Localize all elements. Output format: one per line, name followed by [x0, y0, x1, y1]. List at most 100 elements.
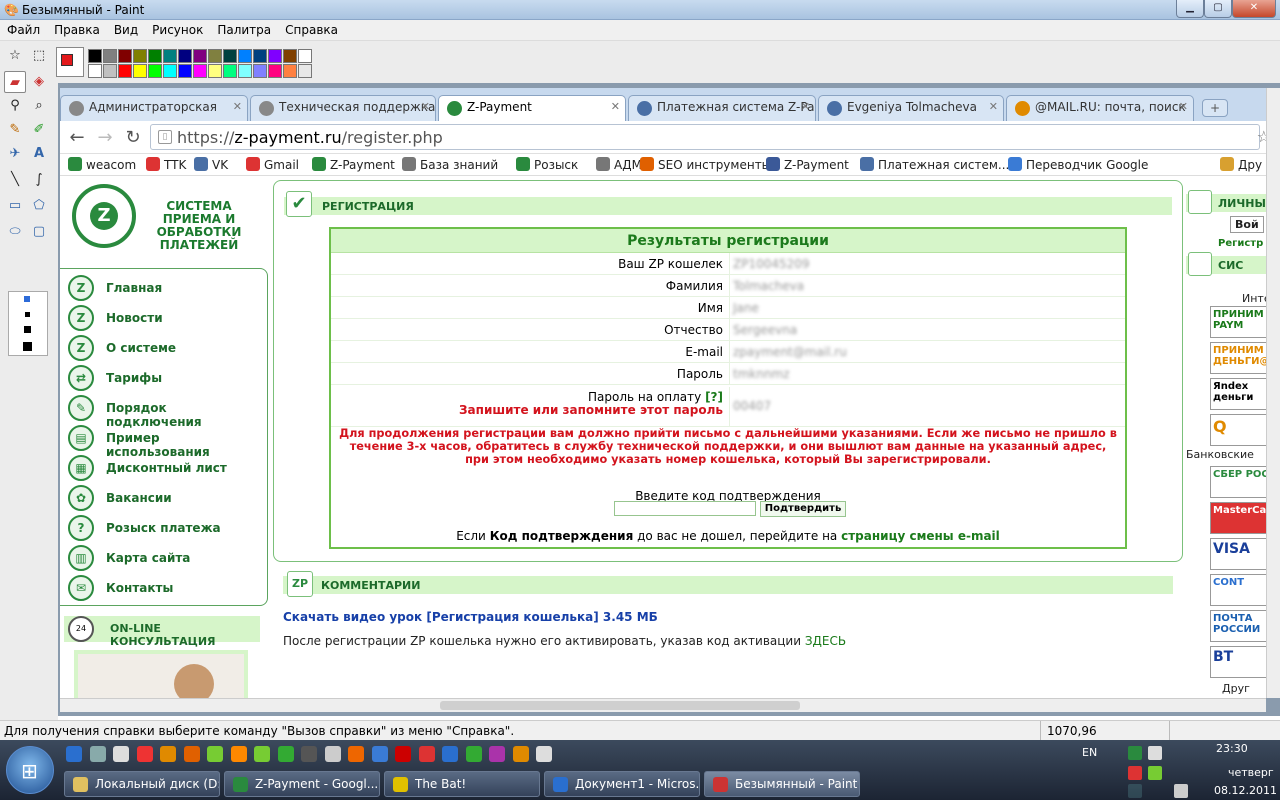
- palette-swatch[interactable]: [238, 64, 252, 78]
- bookmark-item[interactable]: Дру: [1220, 157, 1262, 172]
- site-nav-item[interactable]: ? Розыск платежа: [68, 513, 264, 543]
- change-email-link[interactable]: страницу смены e-mail: [841, 529, 1000, 543]
- palette-swatch[interactable]: [163, 64, 177, 78]
- tab-close-icon[interactable]: ✕: [233, 100, 242, 113]
- site-nav-item[interactable]: ✉ Контакты: [68, 573, 264, 603]
- bookmark-item[interactable]: АДМ: [596, 157, 642, 172]
- quick-launch-icon[interactable]: [536, 746, 552, 762]
- forward-arrow-icon[interactable]: →: [94, 127, 116, 149]
- palette-swatch[interactable]: [118, 64, 132, 78]
- site-nav-item[interactable]: ✿ Вакансии: [68, 483, 264, 513]
- palette-swatch[interactable]: [193, 49, 207, 63]
- menu-help[interactable]: Справка: [278, 23, 345, 37]
- color-picker-tool-icon[interactable]: ⚲: [4, 95, 26, 117]
- palette-swatch[interactable]: [283, 49, 297, 63]
- quick-launch-icon[interactable]: [113, 746, 129, 762]
- bookmark-item[interactable]: Розыск: [516, 157, 578, 172]
- rect-select-tool-icon[interactable]: ⬚: [28, 45, 50, 67]
- language-indicator[interactable]: EN: [1082, 746, 1097, 759]
- tab-close-icon[interactable]: ✕: [421, 100, 430, 113]
- palette-swatch[interactable]: [103, 49, 117, 63]
- taskbar-button[interactable]: Безымянный - Paint: [704, 771, 860, 797]
- bookmark-item[interactable]: Переводчик Google: [1008, 157, 1148, 172]
- palette-swatch[interactable]: [268, 64, 282, 78]
- close-button[interactable]: ✕: [1232, 0, 1276, 18]
- clock-day[interactable]: четверг: [1228, 766, 1274, 779]
- reload-icon[interactable]: ↻: [122, 127, 144, 149]
- download-video-link[interactable]: Скачать видео урок [Регистрация кошелька…: [283, 610, 658, 624]
- quick-launch-icon[interactable]: [277, 746, 294, 762]
- clock-date[interactable]: 08.12.2011: [1214, 784, 1277, 797]
- quick-launch-icon[interactable]: [489, 746, 505, 762]
- clock-time[interactable]: 23:30: [1216, 742, 1248, 755]
- line-tool-icon[interactable]: ╲: [4, 169, 26, 191]
- site-nav-item[interactable]: Z Новости: [68, 303, 264, 333]
- quick-launch-icon[interactable]: [465, 746, 482, 762]
- browser-tab[interactable]: Техническая поддержка ✕: [250, 95, 436, 121]
- free-select-tool-icon[interactable]: ☆: [4, 45, 26, 67]
- pencil-tool-icon[interactable]: ✎: [4, 119, 26, 141]
- taskbar-button[interactable]: The Bat!: [384, 771, 540, 797]
- palette-swatch[interactable]: [208, 49, 222, 63]
- scroll-thumb[interactable]: [440, 701, 800, 710]
- quick-launch-icon[interactable]: [371, 746, 388, 762]
- volume-icon[interactable]: [1174, 784, 1188, 798]
- new-tab-button[interactable]: +: [1202, 99, 1228, 117]
- browser-tab[interactable]: Платежная система Z-Pay ✕: [628, 95, 816, 121]
- browser-tab[interactable]: Администраторская ✕: [60, 95, 248, 121]
- site-nav-item[interactable]: ▥ Карта сайта: [68, 543, 264, 573]
- quick-launch-icon[interactable]: [89, 746, 106, 762]
- bookmark-item[interactable]: Платежная систем...: [860, 157, 1009, 172]
- ellipse-tool-icon[interactable]: ⬭: [4, 221, 26, 243]
- site-nav-item[interactable]: Z О системе: [68, 333, 264, 363]
- quick-launch-icon[interactable]: [207, 746, 223, 762]
- confirm-button[interactable]: Подтвердить: [760, 501, 846, 517]
- menu-edit[interactable]: Правка: [47, 23, 107, 37]
- register-link[interactable]: Регистр: [1218, 238, 1263, 249]
- palette-swatch[interactable]: [118, 49, 132, 63]
- horizontal-scrollbar[interactable]: [60, 698, 1266, 712]
- bookmark-item[interactable]: SEO инструменты: [640, 157, 771, 172]
- browser-tab[interactable]: Z-Payment ✕: [438, 95, 626, 122]
- palette-swatch[interactable]: [88, 49, 102, 63]
- site-nav-item[interactable]: ⇄ Тарифы: [68, 363, 264, 393]
- curve-tool-icon[interactable]: ∫: [28, 169, 50, 191]
- bookmark-item[interactable]: Z-Payment: [766, 157, 849, 172]
- back-arrow-icon[interactable]: ←: [66, 127, 88, 149]
- palette-swatch[interactable]: [178, 49, 192, 63]
- palette-swatch[interactable]: [133, 49, 147, 63]
- menu-file[interactable]: Файл: [0, 23, 47, 37]
- palette-swatch[interactable]: [208, 64, 222, 78]
- quick-launch-icon[interactable]: [183, 746, 200, 762]
- palette-swatch[interactable]: [163, 49, 177, 63]
- minimize-button[interactable]: ▁: [1176, 0, 1204, 18]
- menu-image[interactable]: Рисунок: [145, 23, 210, 37]
- pasted-browser-screenshot[interactable]: @MAIL.RU: почта, поиск ✕ Evgeniya Tolmache…: [60, 88, 1280, 698]
- tray-network-icon[interactable]: [1148, 746, 1162, 760]
- tab-close-icon[interactable]: ✕: [801, 100, 810, 113]
- quick-launch-icon[interactable]: [230, 746, 247, 762]
- fill-tool-icon[interactable]: ◈: [28, 71, 50, 93]
- bookmark-item[interactable]: VK: [194, 157, 228, 172]
- palette-swatch[interactable]: [88, 64, 102, 78]
- palette-swatch[interactable]: [178, 64, 192, 78]
- airbrush-tool-icon[interactable]: ✈: [4, 143, 26, 165]
- palette-swatch[interactable]: [223, 49, 237, 63]
- palette-swatch[interactable]: [238, 49, 252, 63]
- palette-swatch[interactable]: [298, 49, 312, 63]
- tab-close-icon[interactable]: ✕: [989, 100, 998, 113]
- address-bar[interactable]: ▯ https://z-payment.ru/register.php ☆: [150, 124, 1271, 150]
- quick-launch-icon[interactable]: [301, 746, 317, 762]
- bookmark-item[interactable]: Z-Payment: [312, 157, 395, 172]
- tray-app2-icon[interactable]: [1128, 784, 1142, 798]
- bookmark-item[interactable]: TTK: [146, 157, 186, 172]
- bookmark-item[interactable]: База знаний: [402, 157, 498, 172]
- eraser-tool-icon[interactable]: ▰: [4, 71, 26, 93]
- login-button[interactable]: Вой: [1230, 216, 1264, 233]
- palette-swatch[interactable]: [253, 64, 267, 78]
- palette-swatch[interactable]: [253, 49, 267, 63]
- palette-swatch[interactable]: [148, 64, 162, 78]
- tray-status-icon[interactable]: [1148, 766, 1162, 780]
- palette-swatch[interactable]: [223, 64, 237, 78]
- palette-swatch[interactable]: [283, 64, 297, 78]
